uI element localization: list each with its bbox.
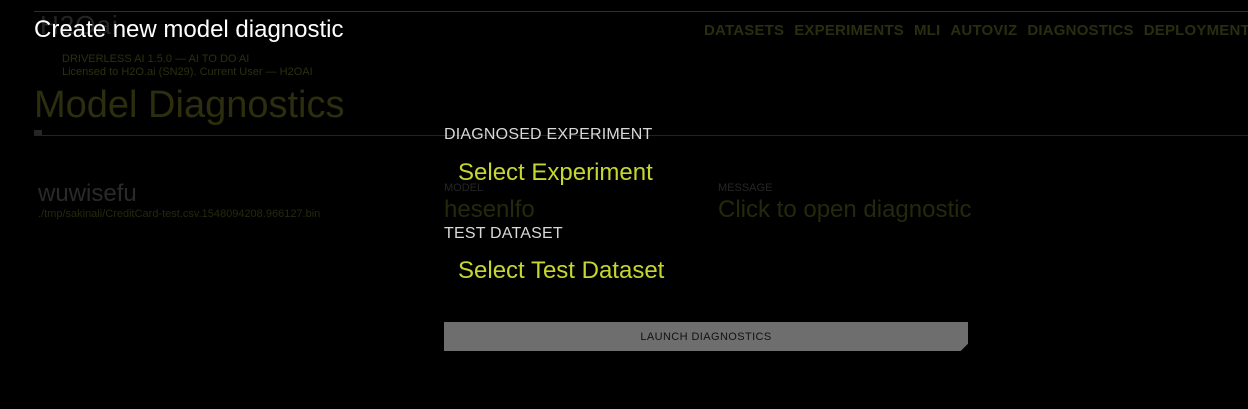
version-info: DRIVERLESS AI 1.5.0 — AI TO DO AI Licens… bbox=[62, 53, 313, 79]
diagnostic-name[interactable]: wuwisefu bbox=[38, 180, 137, 208]
diagnostic-dataset-path: ./tmp/sakinali/CreditCard-test.csv.15480… bbox=[38, 208, 321, 220]
diagnosed-experiment-label: DIAGNOSED EXPERIMENT bbox=[444, 126, 653, 143]
page-title: Model Diagnostics bbox=[34, 84, 345, 126]
message-label: MESSAGE bbox=[718, 182, 773, 194]
nav-deployments[interactable]: DEPLOYMENTS bbox=[1144, 22, 1248, 39]
nav-datasets[interactable]: DATASETS bbox=[704, 22, 784, 39]
nav-diagnostics[interactable]: DIAGNOSTICS bbox=[1027, 22, 1133, 39]
nav-experiments[interactable]: EXPERIMENTS bbox=[794, 22, 904, 39]
divider-tick bbox=[34, 130, 42, 135]
modal-title: Create new model diagnostic bbox=[34, 16, 344, 43]
license-text: Licensed to H2O.ai (SN29). Current User … bbox=[62, 66, 313, 78]
message-value[interactable]: Click to open diagnostic bbox=[718, 196, 971, 224]
select-experiment-link[interactable]: Select Experiment bbox=[458, 159, 653, 187]
select-test-dataset-link[interactable]: Select Test Dataset bbox=[458, 257, 664, 285]
model-value: hesenlfo bbox=[444, 196, 535, 223]
top-nav: DATASETS EXPERIMENTS MLI AUTOVIZ DIAGNOS… bbox=[704, 22, 1248, 39]
nav-mli[interactable]: MLI bbox=[914, 22, 940, 39]
version-text: DRIVERLESS AI 1.5.0 — AI TO DO AI bbox=[62, 53, 250, 65]
test-dataset-label: TEST DATASET bbox=[444, 225, 563, 242]
launch-diagnostics-button[interactable]: LAUNCH DIAGNOSTICS bbox=[444, 322, 968, 351]
header-divider bbox=[34, 11, 1248, 12]
nav-autoviz[interactable]: AUTOVIZ bbox=[950, 22, 1017, 39]
